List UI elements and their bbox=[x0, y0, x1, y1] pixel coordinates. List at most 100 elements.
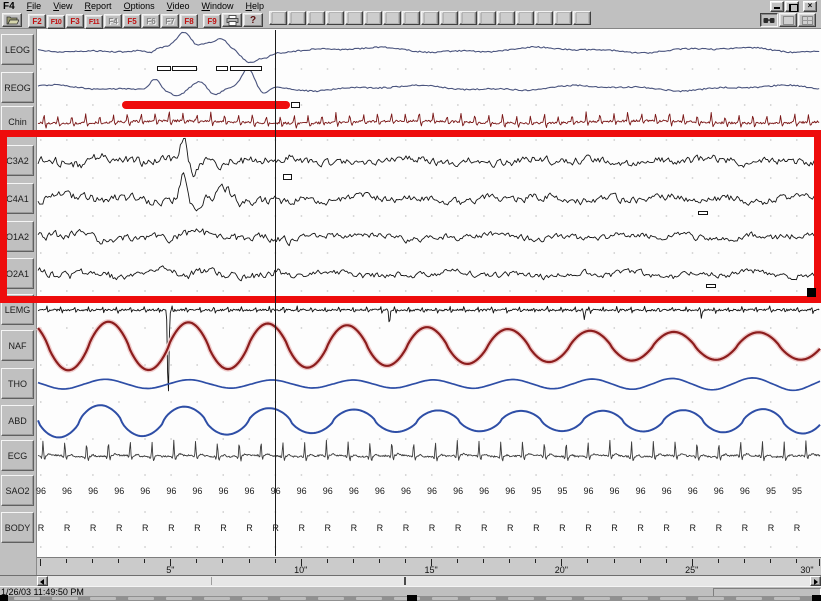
axis-tick bbox=[275, 559, 276, 563]
menu-window[interactable]: Window bbox=[195, 1, 239, 11]
toolbar-blank-button[interactable] bbox=[478, 11, 496, 25]
fkey-f2-button[interactable]: F2 bbox=[28, 14, 46, 28]
event-marker-box bbox=[706, 284, 716, 288]
epoch-cursor-line[interactable] bbox=[275, 30, 276, 556]
body-position-value: R bbox=[403, 523, 410, 533]
fkey-f10-button[interactable]: F10 bbox=[47, 15, 65, 29]
sao2-value: 96 bbox=[505, 486, 515, 496]
axis-tick-label: 15" bbox=[424, 565, 437, 575]
grid-icon bbox=[802, 16, 813, 25]
toolbar-blank-button[interactable] bbox=[269, 11, 287, 25]
body-position-value: R bbox=[533, 523, 540, 533]
minimize-icon bbox=[774, 7, 780, 9]
menu-options[interactable]: Options bbox=[118, 1, 161, 11]
toolbar-blank-button[interactable] bbox=[459, 11, 477, 25]
taskbar-dash bbox=[166, 597, 192, 600]
sao2-value: 96 bbox=[36, 486, 46, 496]
taskbar-dash bbox=[584, 597, 610, 600]
sao2-value: 96 bbox=[610, 486, 620, 496]
toolbar-blank-button[interactable] bbox=[345, 11, 363, 25]
toolbar-blank-button[interactable] bbox=[326, 11, 344, 25]
minimize-button[interactable] bbox=[770, 1, 784, 12]
axis-tick bbox=[66, 559, 67, 563]
fkey-f5-button[interactable]: F5 bbox=[123, 14, 141, 28]
channel-label-naf[interactable]: NAF bbox=[1, 330, 34, 361]
image-icon bbox=[783, 16, 794, 25]
toolbar-blank-button[interactable] bbox=[288, 11, 306, 25]
channel-label-leog[interactable]: LEOG bbox=[1, 34, 34, 65]
fkey-f3-button[interactable]: F3 bbox=[66, 14, 84, 28]
toolbar-blank-button[interactable] bbox=[516, 11, 534, 25]
left-arrow-icon bbox=[40, 579, 44, 585]
toolbar-blank-button[interactable] bbox=[573, 11, 591, 25]
image-view-button[interactable] bbox=[779, 13, 797, 27]
scroll-right-button[interactable] bbox=[810, 576, 821, 586]
psg-application-window: F4 FileViewReportOptionsVideoWindowHelp … bbox=[0, 0, 821, 601]
body-position-value: R bbox=[481, 523, 488, 533]
sao2-value: 95 bbox=[531, 486, 541, 496]
fkey-f9-button[interactable]: F9 bbox=[203, 14, 221, 28]
menu-file[interactable]: File bbox=[21, 1, 48, 11]
channel-label-abd[interactable]: ABD bbox=[1, 405, 34, 436]
taskbar-dash bbox=[280, 597, 306, 600]
axis-tick bbox=[118, 559, 119, 563]
sao2-value: 96 bbox=[636, 486, 646, 496]
toolbar-blank-button[interactable] bbox=[554, 11, 572, 25]
body-position-value: R bbox=[220, 523, 227, 533]
fkey-f6-button[interactable]: F6 bbox=[142, 14, 160, 28]
axis-tick bbox=[666, 559, 667, 563]
body-position-value: R bbox=[38, 523, 45, 533]
axis-tick bbox=[249, 559, 250, 563]
close-icon: × bbox=[804, 2, 816, 10]
fkey-f8-button[interactable]: F8 bbox=[180, 14, 198, 28]
toolbar-blank-button[interactable] bbox=[307, 11, 325, 25]
menu-report[interactable]: Report bbox=[79, 1, 118, 11]
fkey-f4-button[interactable]: F4 bbox=[104, 14, 122, 28]
fkey-f11-button[interactable]: F11 bbox=[85, 15, 103, 29]
scroll-left-button[interactable] bbox=[37, 576, 48, 586]
toolbar-blank-button[interactable] bbox=[497, 11, 515, 25]
body-position-value: R bbox=[377, 523, 384, 533]
red-highlight-rectangle bbox=[0, 130, 821, 303]
event-marker-box bbox=[172, 66, 197, 71]
toolbar-right-group bbox=[760, 13, 821, 27]
sao2-value: 96 bbox=[401, 486, 411, 496]
axis-tick bbox=[614, 559, 615, 563]
menu-view[interactable]: View bbox=[47, 1, 78, 11]
scrollbar-track[interactable] bbox=[37, 576, 821, 586]
body-position-value: R bbox=[325, 523, 332, 533]
restore-button[interactable] bbox=[785, 1, 799, 12]
fkey-f7-button[interactable]: F7 bbox=[161, 14, 179, 28]
app-icon-label[interactable]: F4 bbox=[0, 1, 21, 12]
print-button[interactable] bbox=[222, 13, 242, 27]
grid-view-button[interactable] bbox=[798, 13, 816, 27]
toolbar-blank-button[interactable] bbox=[364, 11, 382, 25]
toolbar-blank-button[interactable] bbox=[440, 11, 458, 25]
printer-icon bbox=[226, 15, 239, 26]
channel-label-reog[interactable]: REOG bbox=[1, 72, 34, 103]
body-position-value: R bbox=[559, 523, 566, 533]
close-button[interactable]: × bbox=[803, 1, 817, 12]
axis-tick bbox=[457, 559, 458, 563]
help-button[interactable]: ? bbox=[243, 13, 263, 27]
channel-label-sao2[interactable]: SAO2 bbox=[1, 475, 34, 506]
channel-label-tho[interactable]: THO bbox=[1, 368, 34, 399]
toolbar-blank-button[interactable] bbox=[421, 11, 439, 25]
right-arrow-icon bbox=[814, 579, 818, 585]
taskbar-dash bbox=[318, 597, 344, 600]
toolbar-blank-button[interactable] bbox=[383, 11, 401, 25]
scrollbar-thumb[interactable] bbox=[404, 577, 406, 585]
toolbar-blank-button[interactable] bbox=[535, 11, 553, 25]
horizontal-scrollbar[interactable] bbox=[0, 575, 821, 586]
toolbar-blank-button[interactable] bbox=[402, 11, 420, 25]
channel-label-ecg[interactable]: ECG bbox=[1, 440, 34, 471]
menu-items: FileViewReportOptionsVideoWindowHelp bbox=[21, 1, 270, 11]
selection-handle[interactable] bbox=[807, 288, 816, 297]
menu-help[interactable]: Help bbox=[239, 1, 270, 11]
open-file-button[interactable] bbox=[2, 13, 22, 27]
menu-video[interactable]: Video bbox=[161, 1, 196, 11]
channel-label-body[interactable]: BODY bbox=[1, 512, 34, 543]
video-view-button[interactable] bbox=[760, 13, 778, 27]
body-position-value: R bbox=[507, 523, 514, 533]
body-position-value: R bbox=[663, 523, 670, 533]
